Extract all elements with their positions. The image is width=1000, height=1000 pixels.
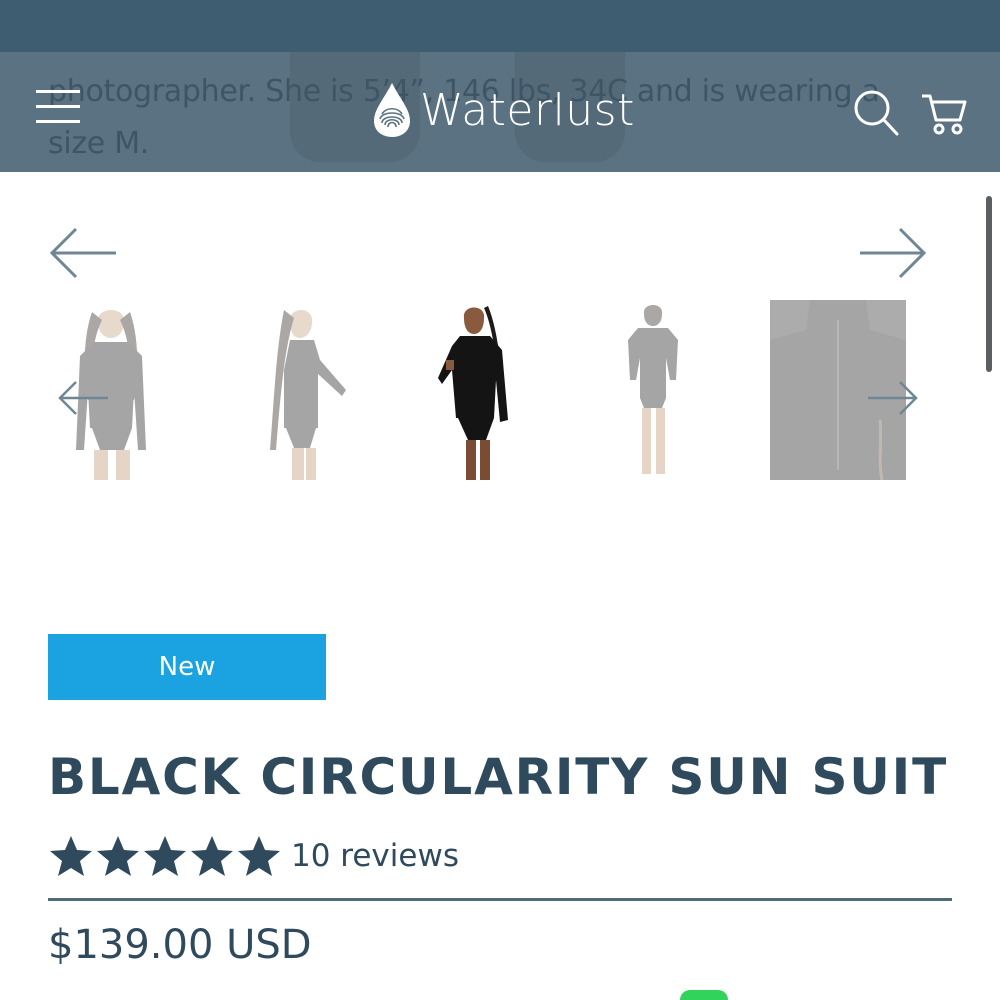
- chat-widget-peek[interactable]: [680, 990, 728, 1000]
- brand-name: Waterlust: [420, 84, 635, 136]
- product-title: BLACK CIRCULARITY SUN SUIT: [48, 748, 948, 806]
- reviews-link[interactable]: 10 reviews: [291, 838, 459, 874]
- star-icon: [238, 836, 280, 876]
- hamburger-menu-icon[interactable]: [36, 90, 80, 124]
- arrow-left-icon[interactable]: [48, 226, 118, 280]
- star-icon: [144, 836, 186, 876]
- cart-icon[interactable]: [920, 92, 968, 136]
- thumbnail-three-quarter-selected[interactable]: [436, 300, 516, 480]
- star-icon: [97, 836, 139, 876]
- thumbnail-side[interactable]: [250, 300, 350, 480]
- brand-logo[interactable]: Waterlust: [370, 80, 635, 140]
- search-icon[interactable]: [852, 88, 900, 138]
- star-icon: [50, 836, 92, 876]
- thumbnail-strip: [0, 300, 1000, 481]
- thumbnail-next-arrow-icon[interactable]: [866, 378, 920, 418]
- product-rating[interactable]: 10 reviews: [48, 834, 459, 878]
- new-badge: New: [48, 634, 326, 700]
- star-rating: [48, 835, 283, 877]
- thumbnail-prev-arrow-icon[interactable]: [56, 378, 110, 418]
- divider: [48, 898, 952, 901]
- star-icon: [191, 836, 233, 876]
- arrow-right-icon[interactable]: [858, 226, 928, 280]
- top-strip: [0, 0, 1000, 52]
- thumbnail-back[interactable]: [620, 300, 690, 480]
- site-header: photographer. She is 5’4”, 146 lbs, 34C …: [0, 52, 1000, 172]
- water-drop-fingerprint-icon: [374, 83, 410, 137]
- product-price: $139.00 USD: [48, 922, 312, 968]
